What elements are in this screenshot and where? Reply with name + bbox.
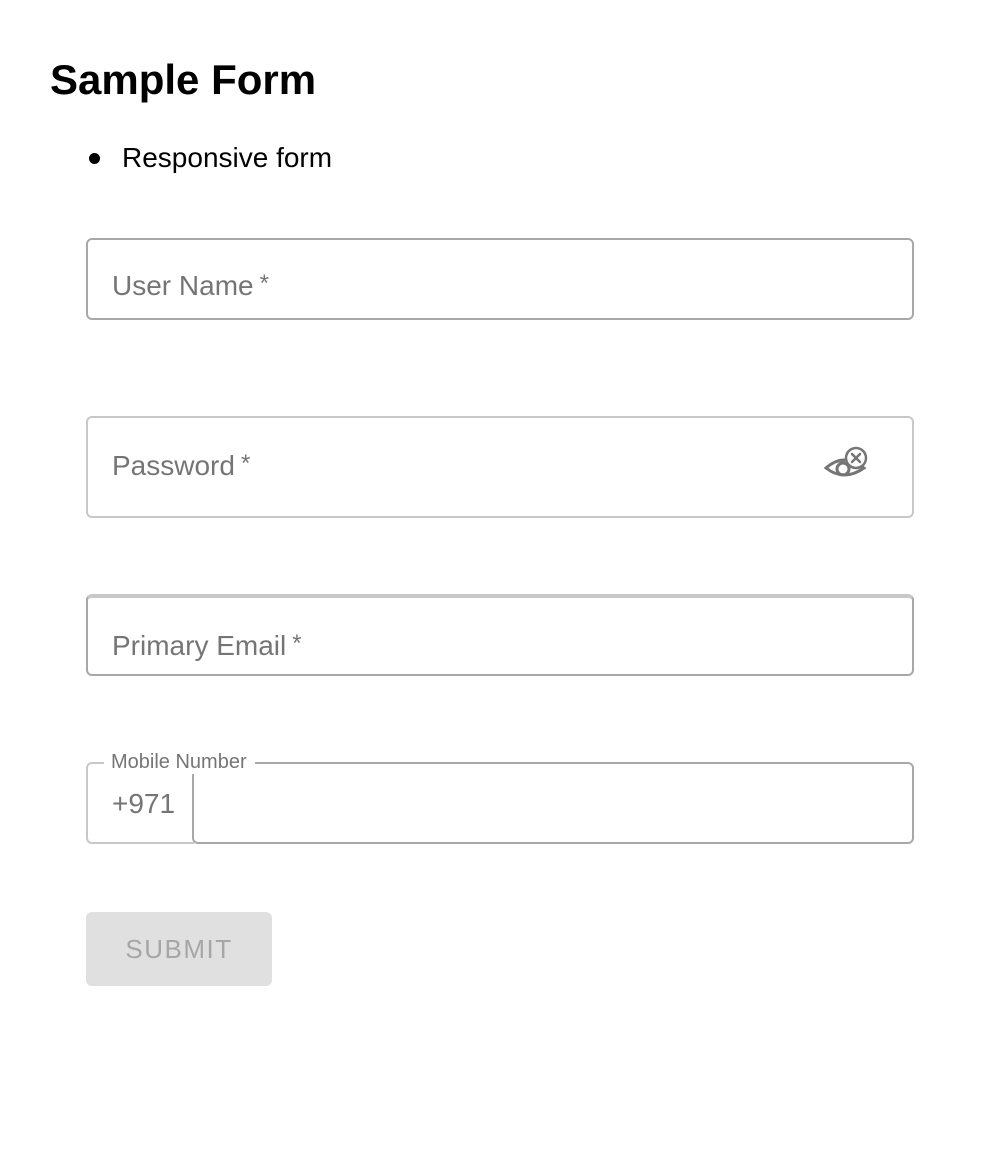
feature-list: Responsive form: [86, 138, 332, 178]
bullet-icon: [89, 153, 100, 164]
list-item: Responsive form: [86, 138, 332, 178]
email-label: Primary Email *: [112, 630, 302, 661]
mobile-number-label: Mobile Number: [104, 750, 255, 774]
required-marker: *: [292, 630, 302, 657]
mobile-number-group: +971 Mobile Number: [86, 750, 914, 844]
required-marker: *: [259, 270, 269, 297]
eye-off-icon[interactable]: [822, 446, 872, 486]
email-field[interactable]: Primary Email *: [86, 594, 914, 676]
page-title: Sample Form: [50, 56, 317, 103]
country-code-box[interactable]: +971: [86, 762, 194, 844]
mobile-number-input[interactable]: [192, 762, 914, 844]
submit-button[interactable]: SUBMIT: [86, 912, 272, 986]
country-code: +971: [112, 788, 176, 819]
required-marker: *: [240, 450, 251, 477]
list-item-text: Responsive form: [122, 142, 333, 173]
password-field[interactable]: Password *: [86, 416, 914, 518]
username-field[interactable]: User Name *: [86, 238, 914, 320]
username-label: User Name *: [112, 270, 269, 301]
password-label: Password *: [112, 450, 251, 481]
